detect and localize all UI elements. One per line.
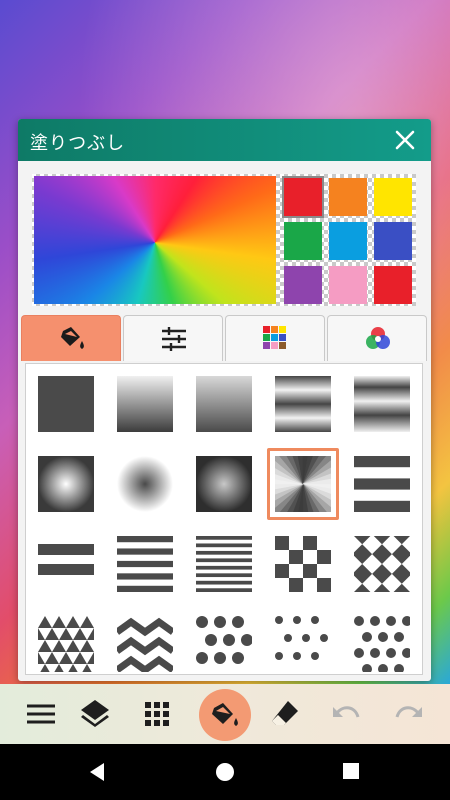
color-swatch[interactable] [374,266,412,304]
color-swatch[interactable] [329,266,367,304]
pattern-tile-stripes-6[interactable] [196,536,252,592]
pattern-tile-radial-soft[interactable] [117,456,173,512]
pattern-tile-stripes-4[interactable] [117,536,173,592]
fill-dialog: 塗りつぶし [18,119,431,681]
fill-preview-area [32,174,416,306]
pattern-tile-stripes-2[interactable] [38,536,94,592]
redo-icon[interactable] [388,693,430,735]
fill-tabs [21,315,428,361]
menu-icon[interactable] [20,693,62,735]
color-swatch[interactable] [374,222,412,260]
grid-icon[interactable] [136,693,178,735]
layers-icon[interactable] [74,693,116,735]
color-swatch[interactable] [284,222,322,260]
rgb-circles-icon [366,327,390,349]
pattern-tile-horizontal-bands-2[interactable] [354,376,410,432]
tab-palette[interactable] [225,315,325,361]
sliders-icon [162,327,186,351]
eraser-icon[interactable] [264,693,306,735]
pattern-tile-wide-stripes[interactable] [354,456,410,512]
tab-adjust[interactable] [123,315,223,361]
pattern-tile-radial-dark[interactable] [196,456,252,512]
color-grid-icon [263,326,286,349]
tab-color-picker[interactable] [327,315,427,361]
pattern-tile-zigzag[interactable] [117,616,173,672]
pattern-grid [25,363,423,675]
current-fill-preview[interactable] [34,176,276,304]
tab-paint-bucket[interactable] [21,315,121,361]
color-swatch[interactable] [329,222,367,260]
system-navigation-bar [0,744,450,800]
color-swatch[interactable] [329,178,367,216]
pattern-tile-linear-vertical[interactable] [117,376,173,432]
dialog-title: 塗りつぶし [30,133,126,154]
back-icon[interactable] [86,760,110,784]
pattern-tile-mixed-dots[interactable] [354,616,410,672]
pattern-tile-linear-vertical-2[interactable] [196,376,252,432]
pattern-tile-radial-light[interactable] [38,456,94,512]
color-swatch[interactable] [374,178,412,216]
pattern-tile-horizontal-bands[interactable] [275,376,331,432]
pattern-tile-large-dots[interactable] [196,616,252,672]
color-swatch[interactable] [282,176,324,218]
paint-bucket-icon[interactable] [204,693,246,735]
pattern-tile-small-dots[interactable] [275,616,331,672]
pattern-tile-diamond-checker[interactable] [354,536,410,592]
pattern-tile-triangles[interactable] [38,616,94,672]
close-icon[interactable] [389,124,421,156]
home-icon[interactable] [214,761,236,783]
recents-icon[interactable] [342,762,360,780]
bottom-toolbar [0,684,450,744]
pattern-tile-conical[interactable] [275,456,331,512]
recent-colors-grid [282,176,414,304]
paint-bucket-icon [61,327,84,349]
dialog-title-bar: 塗りつぶし [18,119,431,161]
pattern-tile-checker[interactable] [275,536,331,592]
color-swatch[interactable] [284,266,322,304]
pattern-tile-solid[interactable] [38,376,94,432]
undo-icon[interactable] [325,693,367,735]
